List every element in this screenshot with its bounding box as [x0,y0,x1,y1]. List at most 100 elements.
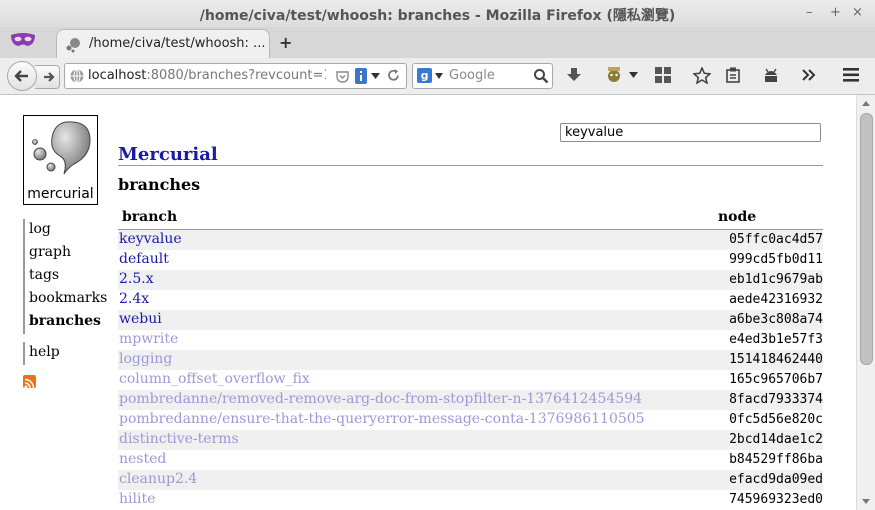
android-icon[interactable] [762,67,780,83]
url-text: localhost:8080/branches?revcount=120 [88,68,326,83]
tab-branches[interactable]: /home/civa/test/whoosh: ... [56,29,270,59]
pocket-icon[interactable] [335,69,350,84]
scroll-up-arrow-icon[interactable] [862,101,870,106]
mercurial-logo[interactable]: mercurial [23,115,98,205]
search-placeholder: Google [449,68,495,83]
menu-item-log[interactable]: log [29,219,111,242]
table-row: logging 151418462440 [118,350,823,370]
mercurial-favicon-icon [66,38,80,53]
scrollbar-thumb[interactable] [860,113,873,365]
table-row: nested b84529ff86ba [118,450,823,470]
mercurial-drop-icon [32,121,91,175]
rss-glyph [24,378,35,389]
site-title-link[interactable]: Mercurial [118,144,823,166]
logo-wordmark: mercurial [27,186,94,202]
branch-link[interactable]: mpwrite [119,331,178,347]
branch-link[interactable]: cleanup2.4 [119,471,197,487]
back-button[interactable] [7,61,37,91]
bookmark-star-icon[interactable] [693,67,711,84]
node-hash: 151418462440 [729,352,823,367]
window-title: /home/civa/test/whoosh: branches - Mozil… [199,8,676,24]
maximize-button[interactable]: + [830,5,841,20]
table-row: pombredanne/removed-remove-arg-doc-from-… [118,390,823,410]
engine-dropdown-icon[interactable] [435,73,443,79]
branch-link[interactable]: default [119,251,169,267]
google-engine-icon[interactable]: g [417,68,432,83]
forward-button[interactable] [35,65,60,89]
window-titlebar: /home/civa/test/whoosh: branches - Mozil… [0,0,875,28]
table-row: hilite 745969323ed0 [118,490,823,510]
greasemonkey-dropdown-icon[interactable] [629,72,638,79]
node-hash: aede42316932 [729,292,823,307]
menu-group-main: log graph tags bookmarks branches [23,219,111,334]
branch-link[interactable]: keyvalue [119,231,182,247]
page-content: mercurial log graph tags bookmarks branc… [0,95,856,510]
table-row: webui a6be3c808a74 [118,310,823,330]
revision-search-input[interactable] [560,123,821,142]
table-row: default 999cd5fb0d11 [118,250,823,270]
close-button[interactable]: × [852,5,863,20]
branch-link[interactable]: hilite [119,491,155,507]
minimize-button[interactable]: – [806,5,813,20]
overflow-chevron-icon[interactable] [802,69,816,81]
back-arrow-icon [14,70,28,82]
column-header-node: node [718,209,757,225]
info-icon[interactable] [354,68,368,84]
node-hash: 05ffc0ac4d57 [729,232,823,247]
node-hash: efacd9da09ed [729,472,823,487]
node-hash: 999cd5fb0d11 [729,252,823,267]
table-row: cleanup2.4 efacd9da09ed [118,470,823,490]
column-header-branch: branch [122,209,178,225]
node-hash: 2bcd14dae1c2 [729,432,823,447]
branch-link[interactable]: 2.4x [119,291,149,307]
menu-group-help: help [23,342,111,365]
url-path: :8080/branches?revcount=120 [146,68,326,83]
sidebar-menu: log graph tags bookmarks branches help [23,219,111,365]
private-browsing-mask-icon [11,33,35,46]
rss-feed-icon[interactable] [23,375,36,389]
branch-link[interactable]: 2.5.x [119,271,154,287]
menu-item-bookmarks[interactable]: bookmarks [29,288,111,311]
node-hash: b84529ff86ba [729,452,823,467]
branch-link[interactable]: webui [119,311,162,327]
chevron-down-icon[interactable] [371,73,380,80]
branch-link[interactable]: nested [119,451,166,467]
url-bar[interactable]: localhost:8080/branches?revcount=120 [64,63,407,89]
table-row: pombredanne/ensure-that-the-queryerror-m… [118,410,823,430]
branch-link[interactable]: pombredanne/ensure-that-the-queryerror-m… [119,411,645,427]
branch-link[interactable]: column_offset_overflow_fix [119,371,310,387]
menu-item-branches: branches [29,313,101,329]
hamburger-menu-icon[interactable] [843,68,859,82]
tab-strip: /home/civa/test/whoosh: ... + [0,27,875,59]
new-tab-button[interactable]: + [279,33,292,52]
node-hash: a6be3c808a74 [729,312,823,327]
tab-groups-icon[interactable] [655,67,671,83]
table-row: 2.4x aede42316932 [118,290,823,310]
branch-link[interactable]: logging [119,351,172,367]
vertical-scrollbar[interactable] [856,95,875,510]
node-hash: 8facd7933374 [729,392,823,407]
node-hash: eb1d1c9679ab [729,272,823,287]
url-host: localhost [88,68,147,83]
greasemonkey-icon[interactable] [604,65,624,85]
download-icon[interactable] [566,67,582,83]
table-row: mpwrite e4ed3b1e57f3 [118,330,823,350]
menu-item-tags[interactable]: tags [29,265,111,288]
scroll-down-arrow-icon[interactable] [862,499,870,504]
branches-table: branch node keyvalue 05ffc0ac4d57 default 9… [118,209,823,510]
table-header: branch node [118,209,823,230]
table-row: distinctive-terms 2bcd14dae1c2 [118,430,823,450]
branch-link[interactable]: pombredanne/removed-remove-arg-doc-from-… [119,391,642,407]
search-bar[interactable]: g Google [412,63,553,89]
table-row: 2.5.x eb1d1c9679ab [118,270,823,290]
navigation-toolbar: localhost:8080/branches?revcount=120 g G… [0,58,875,95]
reload-icon[interactable] [386,68,401,83]
node-hash: 165c965706b7 [729,372,823,387]
tab-label: /home/civa/test/whoosh: ... [89,36,266,51]
search-icon[interactable] [533,68,549,84]
table-row: keyvalue 05ffc0ac4d57 [118,230,823,250]
menu-item-graph[interactable]: graph [29,242,111,265]
bookmarks-menu-icon[interactable] [726,67,740,83]
branch-link[interactable]: distinctive-terms [119,431,239,447]
menu-item-help[interactable]: help [29,342,111,365]
